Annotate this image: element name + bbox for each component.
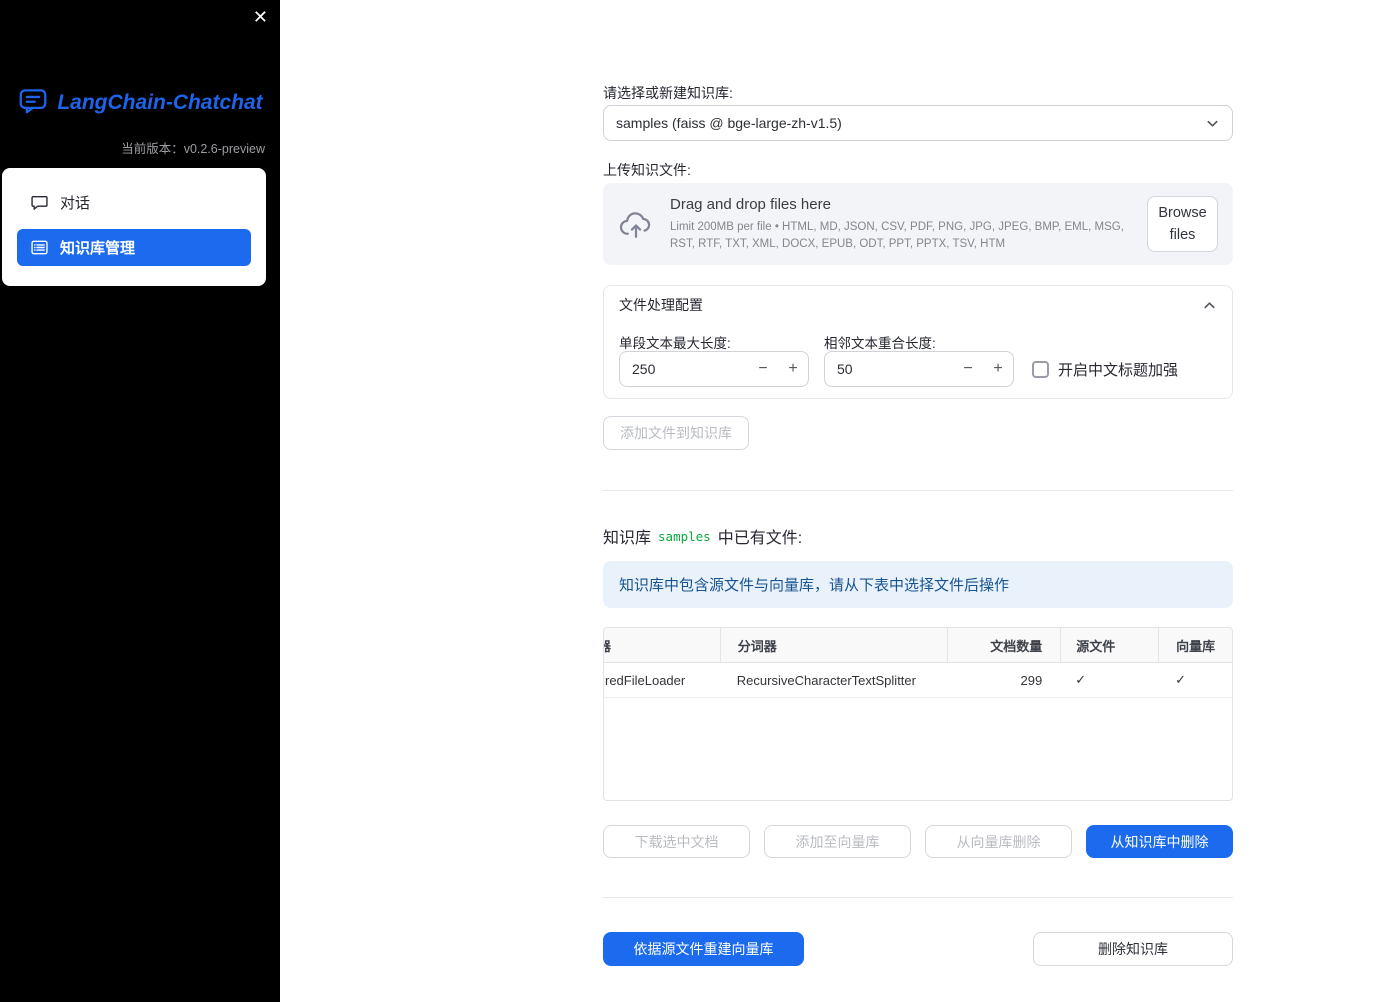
add-files-to-kb-button[interactable]: 添加文件到知识库	[603, 416, 749, 450]
version-label: 当前版本：v0.2.6-preview	[121, 142, 265, 156]
sidebar-item-label: 对话	[60, 195, 91, 212]
main-area: 请选择或新建知识库: samples (faiss @ bge-large-zh…	[280, 0, 1380, 1002]
sidebar-item-knowledge-base[interactable]: 知识库管理	[17, 229, 251, 266]
existing-files-suffix: 中已有文件:	[717, 530, 803, 547]
sidebar-item-label: 知识库管理	[60, 240, 136, 257]
upload-limit-text: Limit 200MB per file • HTML, MD, JSON, C…	[670, 220, 1124, 250]
chunk-size-increment-button[interactable]: +	[778, 352, 808, 386]
info-banner: 知识库中包含源文件与向量库，请从下表中选择文件后操作	[603, 561, 1233, 608]
rebuild-vector-store-button[interactable]: 依据源文件重建向量库	[603, 932, 804, 966]
existing-files-heading: 知识库 samples 中已有文件:	[603, 524, 802, 548]
browse-files-button[interactable]: Browse files	[1147, 195, 1218, 253]
chunk-size-label: 单段文本最大长度:	[619, 336, 731, 351]
card-list-icon	[31, 239, 48, 256]
cell-source-file-check: ✓	[1075, 672, 1087, 687]
overlap-size-label: 相邻文本重合长度:	[824, 336, 936, 351]
overlap-size-decrement-button[interactable]: −	[953, 352, 983, 386]
upload-texts: Drag and drop files here Limit 200MB per…	[670, 196, 1131, 252]
expander-header[interactable]: 文件处理配置	[604, 286, 1232, 324]
table-header-doc-count[interactable]: 文档数量	[947, 628, 1060, 662]
divider	[603, 490, 1233, 491]
cell-vector-store-check: ✓	[1175, 672, 1187, 687]
expander-title: 文件处理配置	[619, 297, 703, 313]
delete-from-kb-button[interactable]: 从知识库中删除	[1086, 825, 1233, 858]
sidebar-menu: 对话 知识库管理	[2, 168, 266, 286]
chunk-size-decrement-button[interactable]: −	[748, 352, 778, 386]
table-header-source-file[interactable]: 源文件	[1060, 628, 1158, 662]
delete-from-vector-store-button[interactable]: 从向量库删除	[925, 825, 1072, 858]
kb-select-value: samples (faiss @ bge-large-zh-v1.5)	[616, 115, 842, 131]
delete-kb-button[interactable]: 删除知识库	[1033, 932, 1233, 966]
cell-loader: redFileLoader	[605, 672, 686, 688]
drag-drop-text: Drag and drop files here	[670, 195, 831, 213]
existing-files-prefix: 知识库	[603, 530, 652, 547]
logo-text: LangChain-Chatchat	[57, 90, 263, 114]
sidebar: ✕ LangChain-Chatchat 当前版本：v0.2.6-preview…	[0, 0, 280, 1002]
kb-select-label: 请选择或新建知识库:	[603, 85, 733, 101]
overlap-size-input[interactable]: 50 − +	[824, 351, 1014, 387]
sidebar-close-button[interactable]: ✕	[253, 6, 268, 28]
logo-chat-icon	[17, 86, 49, 119]
table-header-vector-store[interactable]: 向量库	[1158, 628, 1232, 662]
kb-files-table[interactable]: 器 分词器 文档数量 源文件 向量库 redFileLoader Recursi…	[603, 627, 1233, 801]
upload-label: 上传知识文件:	[603, 162, 691, 178]
table-header-loader[interactable]: 器	[604, 628, 720, 662]
overlap-size-increment-button[interactable]: +	[983, 352, 1013, 386]
zh-title-enhance-checkbox[interactable]	[1032, 361, 1049, 378]
kb-select-dropdown[interactable]: samples (faiss @ bge-large-zh-v1.5)	[603, 105, 1233, 141]
file-action-buttons: 下载选中文档 添加至向量库 从向量库删除 从知识库中删除	[603, 825, 1233, 858]
chevron-up-icon	[1202, 298, 1217, 313]
chunk-size-input[interactable]: 250 − +	[619, 351, 809, 387]
table-row[interactable]: redFileLoader RecursiveCharacterTextSpli…	[604, 663, 1232, 698]
file-dropzone[interactable]: Drag and drop files here Limit 200MB per…	[603, 183, 1233, 265]
cloud-upload-icon	[618, 209, 654, 239]
file-config-expander: 文件处理配置 单段文本最大长度: 相邻文本重合长度: 250 − + 50 − …	[603, 285, 1233, 399]
chevron-down-icon	[1205, 116, 1220, 131]
download-selected-button[interactable]: 下载选中文档	[603, 825, 750, 858]
chat-bubble-icon	[31, 194, 48, 211]
zh-title-enhance-row[interactable]: 开启中文标题加强	[1032, 359, 1178, 380]
cell-splitter: RecursiveCharacterTextSplitter	[736, 672, 916, 688]
zh-title-enhance-label: 开启中文标题加强	[1058, 362, 1179, 379]
content-column: 请选择或新建知识库: samples (faiss @ bge-large-zh…	[603, 0, 1233, 1002]
chunk-size-value[interactable]: 250	[620, 361, 748, 377]
divider	[603, 897, 1233, 898]
app-logo: LangChain-Chatchat	[0, 86, 280, 119]
cell-doc-count: 299	[1020, 672, 1043, 688]
table-header-row: 器 分词器 文档数量 源文件 向量库	[604, 628, 1232, 663]
overlap-size-value[interactable]: 50	[825, 361, 953, 377]
info-banner-text: 知识库中包含源文件与向量库，请从下表中选择文件后操作	[619, 577, 1010, 594]
kb-name-code: samples	[658, 528, 711, 544]
table-header-splitter[interactable]: 分词器	[719, 628, 948, 662]
sidebar-item-dialogue[interactable]: 对话	[17, 184, 251, 221]
add-to-vector-store-button[interactable]: 添加至向量库	[764, 825, 911, 858]
